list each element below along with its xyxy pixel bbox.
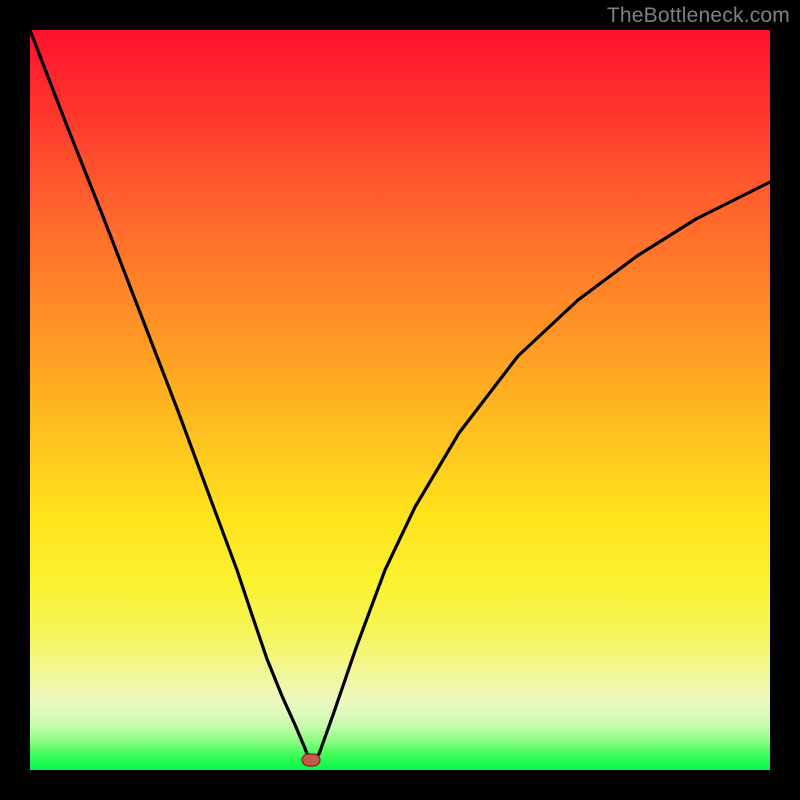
bottleneck-curve	[30, 30, 770, 761]
plot-area	[30, 30, 770, 770]
chart-frame: TheBottleneck.com	[0, 0, 800, 800]
curve-layer	[30, 30, 770, 770]
optimal-point-marker	[302, 754, 320, 766]
watermark-text: TheBottleneck.com	[607, 4, 790, 28]
